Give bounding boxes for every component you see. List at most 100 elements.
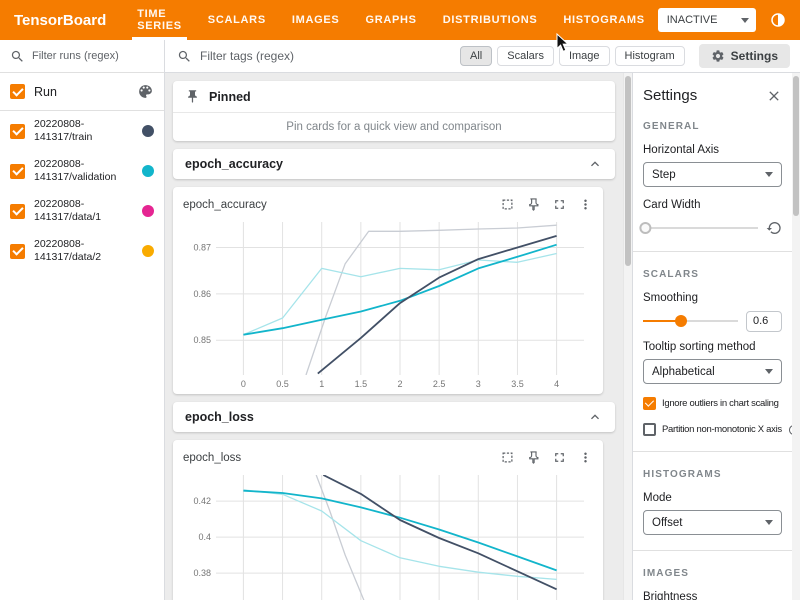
- runs-filter-input[interactable]: [32, 50, 154, 62]
- settings-panel: Settings GENERAL Horizontal Axis Step Ca…: [632, 73, 792, 600]
- collapse-icon[interactable]: [587, 156, 603, 172]
- epoch-loss-chart[interactable]: 00.511.522.533.540.360.380.40.42: [180, 469, 596, 600]
- horizontal-axis-value: Step: [652, 169, 676, 181]
- tag-chips: AllScalarsImageHistogram: [460, 46, 685, 66]
- chart-card-epoch-accuracy: epoch_accuracy 00.511.522.533.540.850.86…: [173, 187, 603, 394]
- tab-time-series[interactable]: TIME SERIES: [124, 0, 195, 40]
- run-row[interactable]: 20220808- 141317/train: [0, 111, 164, 151]
- run-row[interactable]: 20220808- 141317/data/1: [0, 191, 164, 231]
- run-name: 20220808- 141317/data/1: [34, 198, 133, 224]
- filter-chip-scalars[interactable]: Scalars: [497, 46, 554, 66]
- main-scrollbar[interactable]: [623, 73, 632, 600]
- card-width-label: Card Width: [643, 199, 782, 211]
- chart-title: epoch_loss: [183, 452, 500, 464]
- svg-text:2.5: 2.5: [433, 379, 446, 389]
- partition-x-axis-checkbox[interactable]: [643, 423, 656, 436]
- tooltip-sorting-label: Tooltip sorting method: [643, 341, 782, 353]
- svg-text:2: 2: [397, 379, 402, 389]
- more-options-icon[interactable]: [578, 197, 593, 212]
- fit-to-data-icon[interactable]: [500, 197, 515, 212]
- run-name: 20220808- 141317/validation: [34, 158, 133, 184]
- svg-text:0.42: 0.42: [193, 496, 211, 506]
- close-icon[interactable]: [766, 88, 782, 104]
- palette-icon[interactable]: [137, 83, 154, 100]
- horizontal-axis-label: Horizontal Axis: [643, 144, 782, 156]
- settings-panel-title: Settings: [643, 87, 697, 104]
- checkbox-label: Partition non-monotonic X axis: [662, 424, 782, 435]
- svg-text:0.85: 0.85: [193, 335, 211, 345]
- svg-text:1.5: 1.5: [355, 379, 368, 389]
- run-color-dot: [142, 165, 154, 177]
- epoch-accuracy-chart[interactable]: 00.511.522.533.540.850.860.87: [180, 216, 596, 391]
- ignore-outliers-row[interactable]: Ignore outliers in chart scaling: [643, 397, 782, 410]
- smoothing-slider[interactable]: [643, 314, 738, 328]
- run-list-header: Run: [0, 73, 164, 111]
- app-logo[interactable]: TensorBoard: [0, 12, 124, 29]
- brightness-label: Brightness: [643, 591, 782, 600]
- status-select[interactable]: INACTIVE: [658, 8, 756, 32]
- ignore-outliers-checkbox[interactable]: [643, 397, 656, 410]
- fullscreen-icon[interactable]: [552, 197, 567, 212]
- histogram-mode-value: Offset: [652, 517, 682, 529]
- cards-area: Pinned Pin cards for a quick view and co…: [165, 73, 632, 600]
- settings-button[interactable]: Settings: [699, 44, 790, 68]
- filter-chip-all[interactable]: All: [460, 46, 492, 66]
- fit-to-data-icon[interactable]: [500, 450, 515, 465]
- pinned-header: Pinned: [173, 81, 615, 113]
- pin-card-icon[interactable]: [526, 197, 541, 212]
- select-all-runs-checkbox[interactable]: [10, 84, 25, 99]
- run-checkbox[interactable]: [10, 244, 25, 259]
- tab-graphs[interactable]: GRAPHS: [352, 0, 429, 40]
- tags-filter-input[interactable]: [200, 49, 460, 63]
- scrollbar-thumb[interactable]: [625, 76, 631, 266]
- svg-text:3.5: 3.5: [511, 379, 524, 389]
- reset-icon[interactable]: [766, 220, 782, 236]
- chevron-down-icon: [741, 18, 749, 23]
- run-checkbox[interactable]: [10, 204, 25, 219]
- run-checkbox[interactable]: [10, 124, 25, 139]
- svg-text:0.5: 0.5: [276, 379, 289, 389]
- run-color-dot: [142, 205, 154, 217]
- settings-scrollbar[interactable]: [792, 73, 800, 600]
- smoothing-label: Smoothing: [643, 292, 782, 304]
- slider-thumb[interactable]: [639, 222, 651, 234]
- filter-chip-histogram[interactable]: Histogram: [615, 46, 685, 66]
- checkbox-label: Ignore outliers in chart scaling: [662, 398, 779, 409]
- run-row[interactable]: 20220808- 141317/validation: [0, 151, 164, 191]
- run-row[interactable]: 20220808- 141317/data/2: [0, 231, 164, 271]
- section-header-epoch-accuracy[interactable]: epoch_accuracy: [173, 149, 615, 179]
- chart-card-epoch-loss: epoch_loss 00.511.522.533.540.360.380.40…: [173, 440, 603, 600]
- scrollbar-thumb[interactable]: [793, 76, 799, 216]
- histogram-mode-select[interactable]: Offset: [643, 510, 782, 535]
- tab-scalars[interactable]: SCALARS: [195, 0, 279, 40]
- theme-toggle-icon[interactable]: [769, 11, 787, 29]
- svg-text:0.86: 0.86: [193, 289, 211, 299]
- images-section-label: IMAGES: [643, 568, 782, 579]
- svg-text:3: 3: [476, 379, 481, 389]
- smoothing-input[interactable]: [746, 311, 782, 332]
- partition-x-axis-row[interactable]: Partition non-monotonic X axis: [643, 423, 782, 436]
- run-checkbox[interactable]: [10, 164, 25, 179]
- section-header-epoch-loss[interactable]: epoch_loss: [173, 402, 615, 432]
- mode-label: Mode: [643, 492, 782, 504]
- gear-icon: [711, 49, 725, 63]
- divider: [633, 550, 792, 551]
- slider-thumb[interactable]: [675, 315, 687, 327]
- collapse-icon[interactable]: [587, 409, 603, 425]
- scalars-section-label: SCALARS: [643, 269, 782, 280]
- pin-card-icon[interactable]: [526, 450, 541, 465]
- divider: [633, 451, 792, 452]
- tags-filter: [177, 49, 460, 64]
- horizontal-axis-select[interactable]: Step: [643, 162, 782, 187]
- general-section-label: GENERAL: [643, 121, 782, 132]
- tooltip-sorting-select[interactable]: Alphabetical: [643, 359, 782, 384]
- fullscreen-icon[interactable]: [552, 450, 567, 465]
- nav-tabs: TIME SERIESSCALARSIMAGESGRAPHSDISTRIBUTI…: [124, 0, 658, 40]
- tab-images[interactable]: IMAGES: [279, 0, 353, 40]
- svg-text:0: 0: [241, 379, 246, 389]
- run-name: 20220808- 141317/train: [34, 118, 133, 144]
- more-options-icon[interactable]: [578, 450, 593, 465]
- card-width-slider[interactable]: [643, 221, 758, 235]
- section-title: epoch_loss: [185, 410, 254, 424]
- tab-distributions[interactable]: DISTRIBUTIONS: [430, 0, 551, 40]
